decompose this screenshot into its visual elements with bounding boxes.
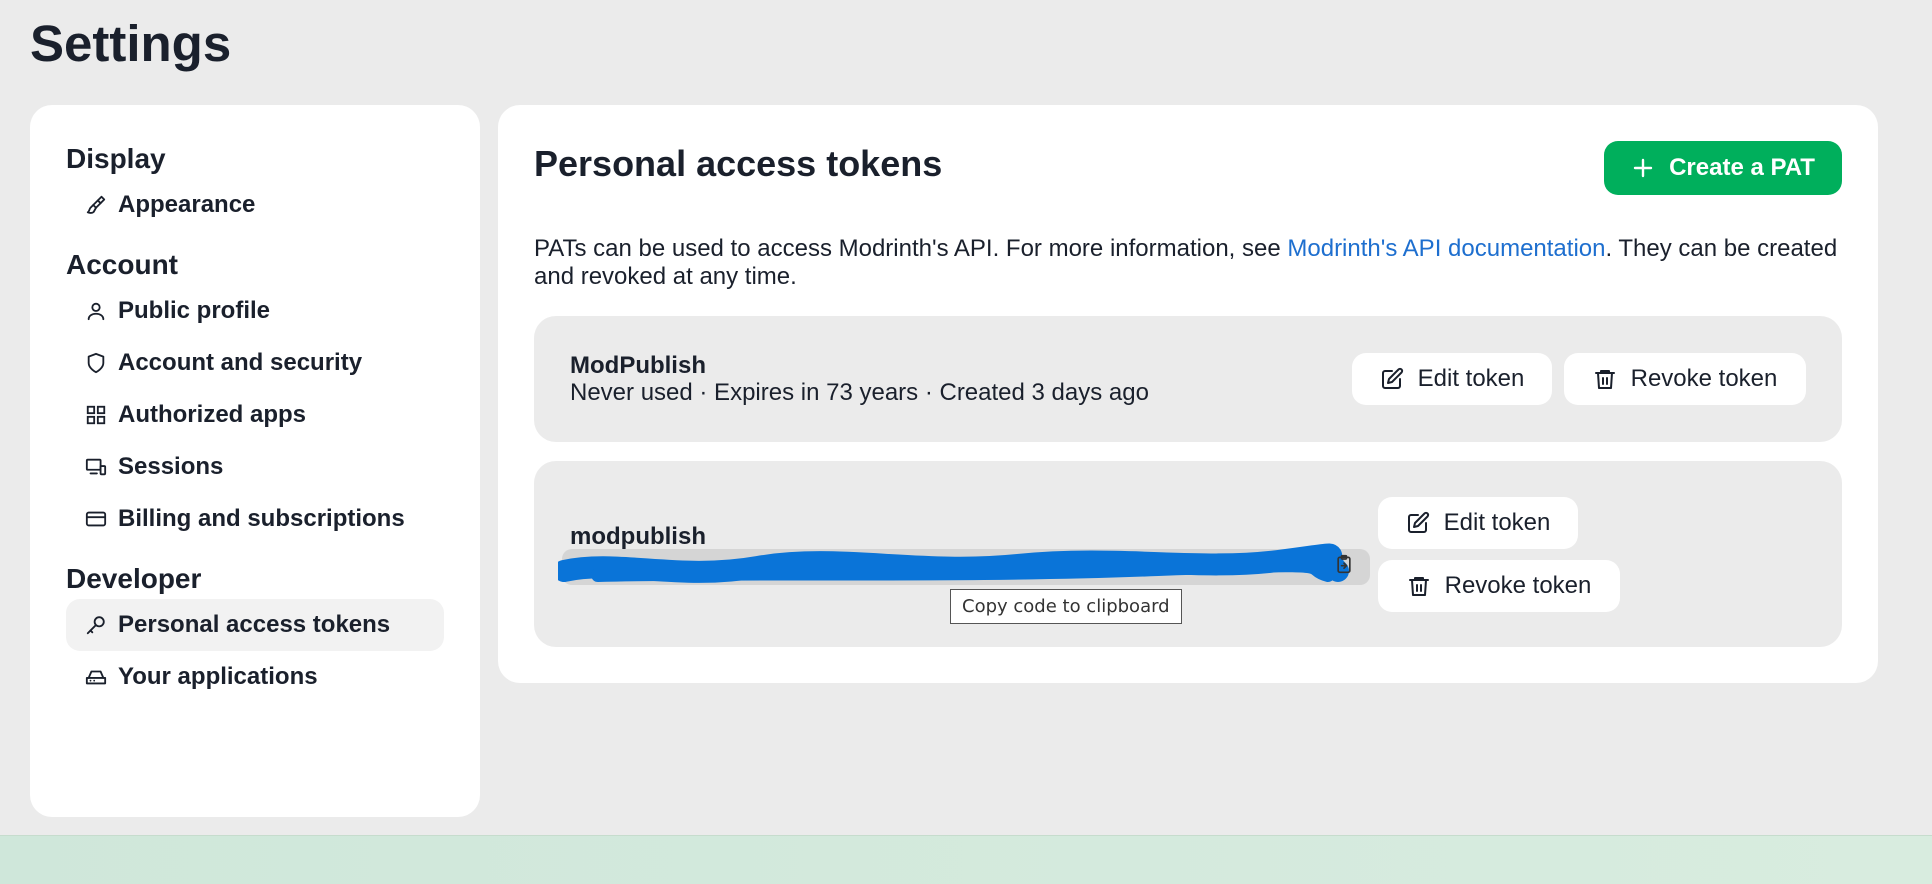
sidebar-item-authorized-apps[interactable]: Authorized apps [66,389,444,441]
footer-band [0,835,1932,884]
plus-icon [1631,156,1655,180]
sidebar-item-label: Appearance [118,191,256,218]
clipboard-icon[interactable] [1334,553,1354,580]
page-title: Settings [30,15,232,72]
sidebar-item-appearance[interactable]: Appearance [66,179,444,231]
sidebar-item-label: Sessions [118,453,224,480]
sidebar-item-label: Authorized apps [118,401,307,428]
key-icon [84,613,108,637]
monitor-icon [84,455,108,479]
sidebar-item-label: Account and security [118,349,363,376]
sidebar-item-your-applications[interactable]: Your applications [66,651,444,703]
sidebar-item-account-security[interactable]: Account and security [66,337,444,389]
token-meta: Never used · Expires in 73 years · Creat… [570,379,1149,406]
edit-token-button[interactable]: Edit token [1352,353,1552,405]
sidebar-item-billing[interactable]: Billing and subscriptions [66,493,444,545]
description-text: PATs can be used to access Modrinth's AP… [534,235,1288,262]
copy-tooltip: Copy code to clipboard [950,589,1182,624]
revoke-token-button[interactable]: Revoke token [1378,560,1620,612]
sidebar-group-developer: Developer Personal access tokens Your ap… [66,559,444,703]
edit-token-label: Edit token [1443,509,1551,536]
api-docs-link[interactable]: Modrinth's API documentation [1287,235,1605,262]
trash-icon [1407,574,1431,598]
tokens-panel: Personal access tokens Create a PAT PATs… [498,105,1878,683]
description: PATs can be used to access Modrinth's AP… [534,235,1844,291]
sidebar-item-label: Public profile [118,297,271,324]
create-pat-button[interactable]: Create a PAT [1604,141,1842,195]
grid-icon [84,403,108,427]
settings-sidebar: Display Appearance Account Public profil… [30,105,480,817]
trash-icon [1593,367,1617,391]
token-card: modpublish Edit token Revoke token [534,461,1842,647]
shield-icon [84,351,108,375]
sidebar-item-personal-access-tokens[interactable]: Personal access tokens [66,599,444,651]
panel-title: Personal access tokens [534,143,943,184]
card-icon [84,507,108,531]
sidebar-item-public-profile[interactable]: Public profile [66,285,444,337]
revoke-token-label: Revoke token [1444,572,1592,599]
sidebar-heading-display: Display [66,143,166,174]
sidebar-group-account: Account Public profile Account and secur… [66,245,444,545]
edit-icon [1380,367,1404,391]
sidebar-item-label: Your applications [118,663,318,690]
edit-token-button[interactable]: Edit token [1378,497,1578,549]
redaction-scribble [558,543,1349,583]
sidebar-item-sessions[interactable]: Sessions [66,441,444,493]
paintbrush-icon [84,193,108,217]
revoke-token-button[interactable]: Revoke token [1564,353,1806,405]
token-name: ModPublish [570,352,706,379]
drive-icon [84,665,108,689]
revoke-token-label: Revoke token [1630,365,1778,392]
sidebar-heading-account: Account [66,249,178,280]
user-icon [84,299,108,323]
create-pat-label: Create a PAT [1669,154,1815,181]
sidebar-group-display: Display Appearance [66,139,444,231]
token-card: ModPublish Never used · Expires in 73 ye… [534,316,1842,442]
sidebar-heading-developer: Developer [66,563,202,594]
sidebar-item-label: Personal access tokens [118,611,391,638]
edit-icon [1406,511,1430,535]
sidebar-item-label: Billing and subscriptions [118,505,405,532]
edit-token-label: Edit token [1417,365,1525,392]
